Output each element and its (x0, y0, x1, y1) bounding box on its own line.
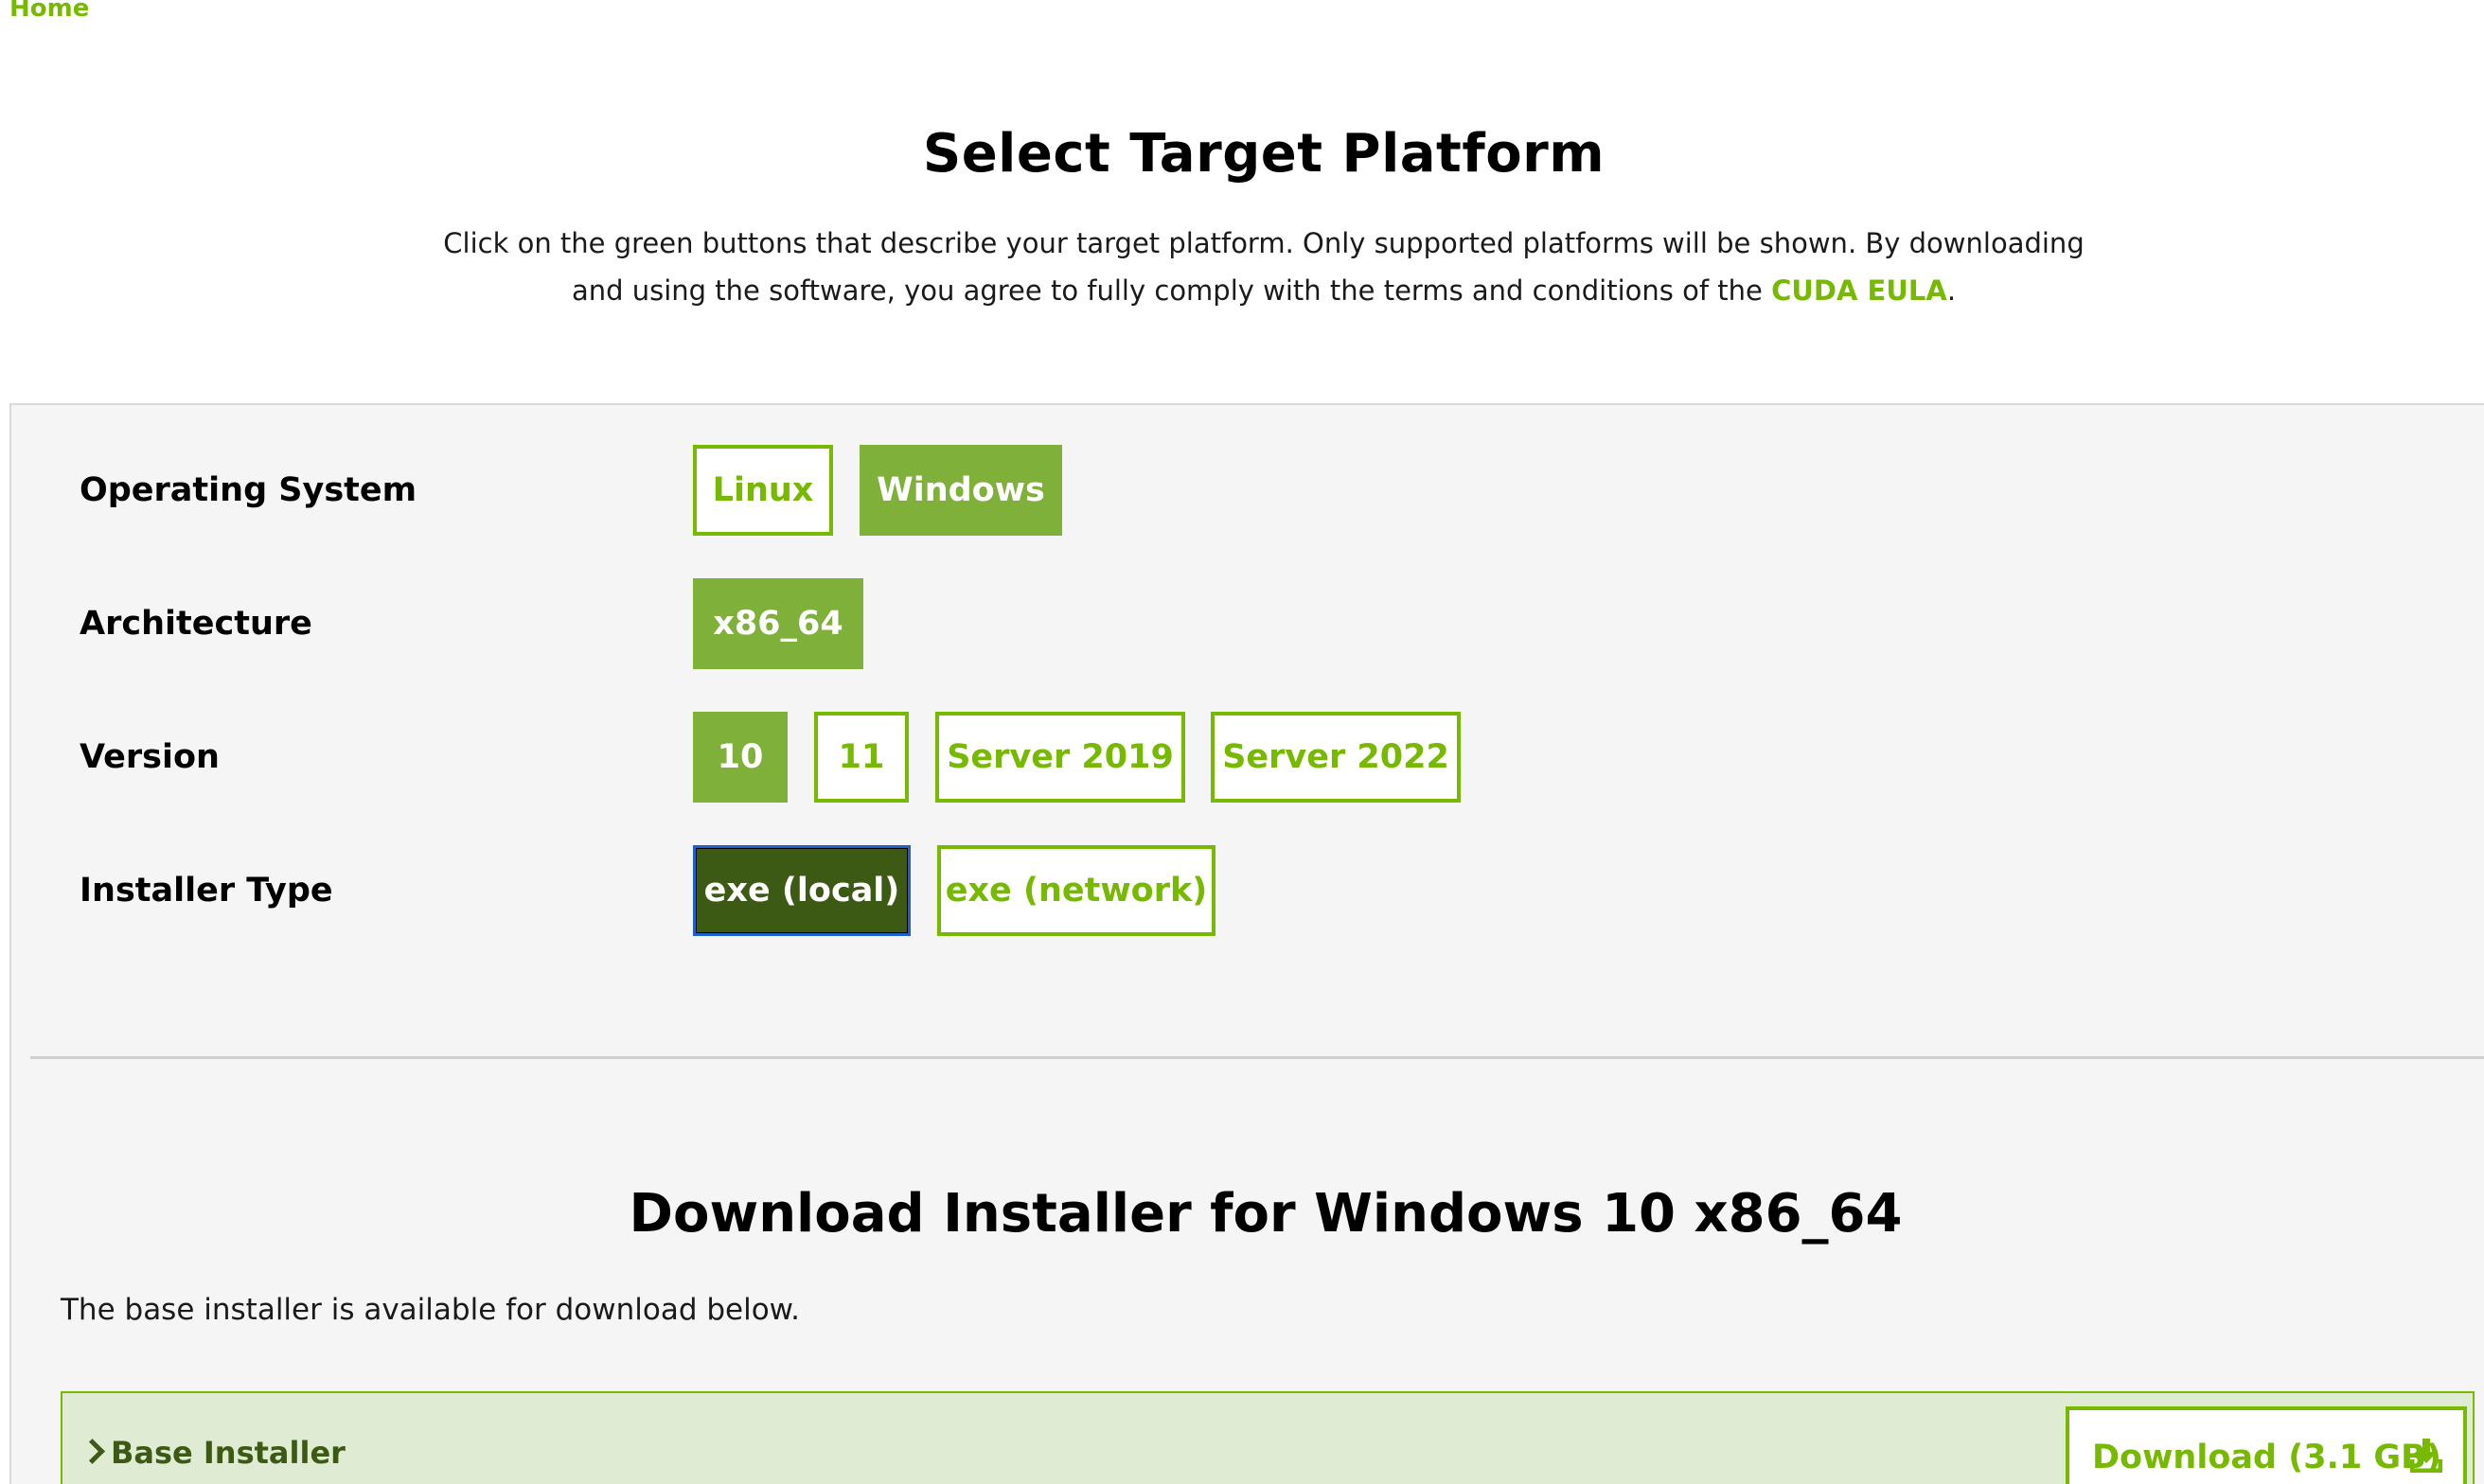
intro-suffix: . (1946, 274, 1957, 307)
installer-type-label: Installer Type (80, 872, 333, 910)
download-button[interactable]: Download (3.1 GB) (2066, 1406, 2467, 1484)
download-button-label: Download (3.1 GB) (2092, 1439, 2441, 1476)
base-installer-toggle[interactable]: Base Installer (80, 1393, 346, 1484)
version-option-server-2022[interactable]: Server 2022 (1211, 712, 1461, 803)
version-label: Version (80, 738, 220, 776)
os-row: Operating System Linux Windows (11, 445, 2484, 536)
intro-text: Click on the green buttons that describe… (417, 220, 2111, 314)
platform-selector-panel: Operating System Linux Windows Architect… (9, 403, 2484, 1484)
os-option-linux[interactable]: Linux (693, 445, 833, 536)
cuda-eula-link[interactable]: CUDA EULA (1771, 274, 1947, 307)
version-option-11[interactable]: 11 (814, 712, 909, 803)
architecture-label: Architecture (80, 605, 312, 643)
version-row: Version 10 11 Server 2019 Server 2022 (11, 712, 2484, 803)
section-divider (30, 1056, 2484, 1059)
home-link[interactable]: Home (9, 0, 89, 23)
page-title: Select Target Platform (922, 123, 1606, 185)
base-installer-section: Base Installer Download (3.1 GB) (61, 1391, 2475, 1484)
architecture-row: Architecture x86_64 (11, 578, 2484, 669)
download-icon (2410, 1439, 2442, 1473)
installer-option-exe-local[interactable]: exe (local) (693, 845, 911, 936)
version-option-server-2019[interactable]: Server 2019 (935, 712, 1185, 803)
page: Home Select Target Platform Click on the… (0, 0, 2484, 1484)
download-title: Download Installer for Windows 10 x86_64 (629, 1183, 1903, 1245)
arch-option-x86-64[interactable]: x86_64 (693, 578, 863, 669)
installer-type-row: Installer Type exe (local) exe (network) (11, 845, 2484, 936)
os-option-windows[interactable]: Windows (860, 445, 1062, 536)
base-installer-label: Base Installer (111, 1435, 346, 1471)
version-option-10[interactable]: 10 (693, 712, 788, 803)
chevron-right-icon (80, 1439, 105, 1464)
installer-option-exe-network[interactable]: exe (network) (937, 845, 1215, 936)
os-label: Operating System (80, 471, 417, 509)
download-description: The base installer is available for down… (61, 1293, 801, 1327)
